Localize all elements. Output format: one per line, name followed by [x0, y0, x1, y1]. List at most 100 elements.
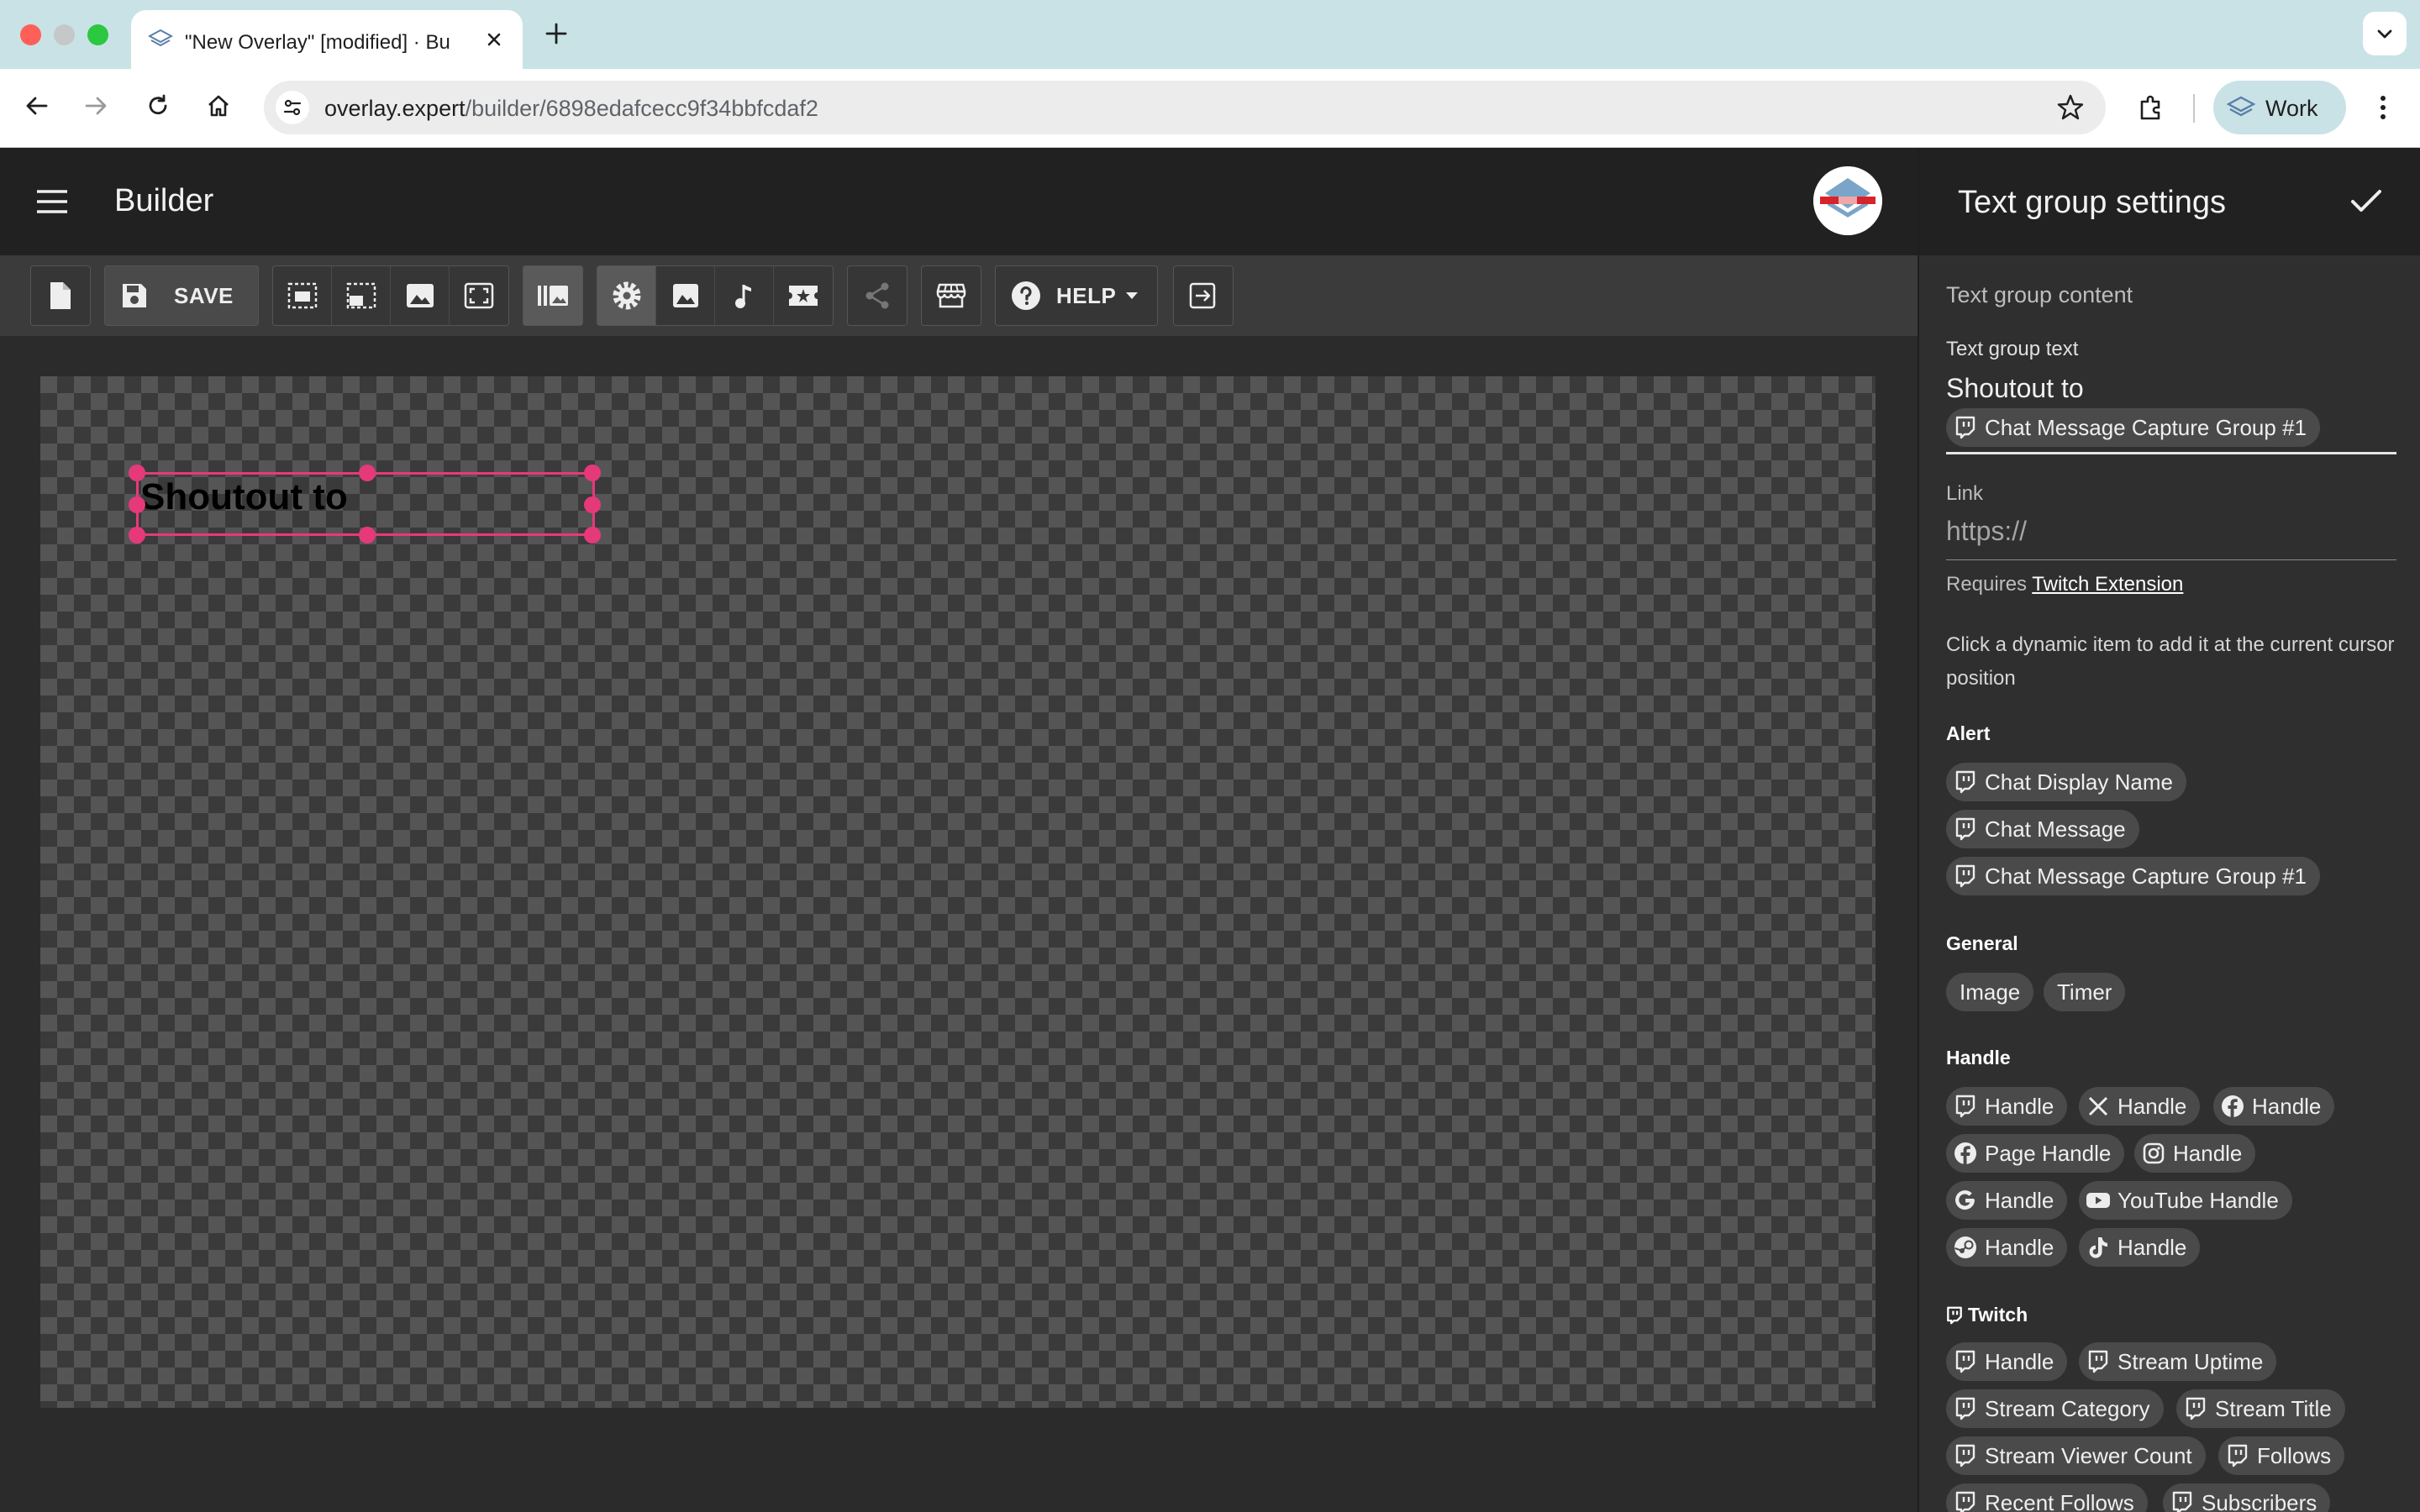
avatar-logo-icon	[1813, 166, 1882, 235]
profile-button[interactable]: Work	[2213, 81, 2346, 134]
resize-handle-right[interactable]	[584, 496, 601, 513]
chip-label: Handle	[1985, 1234, 2054, 1260]
settings-button[interactable]	[597, 266, 656, 325]
url-text: overlay.expert/builder/6898edafcecc9f34b…	[324, 96, 818, 122]
chip-google-handle[interactable]: Handle	[1946, 1181, 2068, 1220]
chip-twitch-handle-2[interactable]: Handle	[1946, 1342, 2068, 1381]
link-input[interactable]: https://	[1946, 512, 2396, 554]
fullscreen-frame-button[interactable]	[450, 266, 508, 325]
library-button[interactable]	[523, 266, 582, 325]
chip-label: Handle	[1985, 1348, 2054, 1374]
chip-tiktok-handle[interactable]: Handle	[2079, 1228, 2201, 1267]
save-disk-icon	[120, 281, 149, 310]
chip-label: Stream Category	[1985, 1395, 2150, 1421]
crop-button[interactable]	[332, 266, 391, 325]
chip-facebook-handle[interactable]: Handle	[2213, 1087, 2335, 1126]
forward-arrow-icon[interactable]	[79, 89, 113, 123]
chip-timer[interactable]: Timer	[2044, 973, 2126, 1011]
exit-button[interactable]	[1174, 266, 1233, 325]
new-file-button[interactable]	[31, 266, 90, 325]
chip-twitch-handle[interactable]: Handle	[1946, 1087, 2068, 1126]
share-group	[847, 265, 908, 326]
music-note-icon	[734, 285, 751, 308]
resize-handle-bottom-left[interactable]	[129, 527, 145, 543]
chip-stream-category[interactable]: Stream Category	[1946, 1389, 2164, 1428]
fit-content-button[interactable]	[273, 266, 332, 325]
twitch-extension-link[interactable]: Twitch Extension	[2032, 573, 2183, 596]
link-placeholder: https://	[1946, 516, 2028, 546]
chip-stream-uptime[interactable]: Stream Uptime	[2079, 1342, 2277, 1381]
resize-handle-top-right[interactable]	[584, 465, 601, 481]
bookmark-star-icon[interactable]	[2055, 92, 2086, 123]
text-input-underline	[1946, 452, 2396, 454]
chip-stream-viewer-count[interactable]: Stream Viewer Count	[1946, 1436, 2206, 1475]
hamburger-menu-icon[interactable]	[35, 188, 69, 215]
browser-menu-icon[interactable]	[2366, 91, 2400, 124]
help-button[interactable]: HELP	[995, 265, 1158, 326]
reload-icon[interactable]	[141, 89, 175, 123]
chip-image[interactable]: Image	[1946, 973, 2034, 1011]
chip-label: YouTube Handle	[2118, 1187, 2279, 1213]
twitch-icon	[1947, 1306, 1962, 1324]
chip-recent-follows[interactable]: Recent Follows	[1946, 1483, 2148, 1512]
user-avatar[interactable]	[1813, 166, 1882, 235]
checkmark-icon[interactable]	[2349, 186, 2383, 215]
store-group	[921, 265, 981, 326]
requires-note: Requires Twitch Extension	[1946, 573, 2183, 596]
chip-facebook-page-handle[interactable]: Page Handle	[1946, 1134, 2125, 1173]
twitch-icon	[1953, 1094, 1978, 1119]
chip-chat-message-capture-group[interactable]: Chat Message Capture Group #1	[1946, 857, 2320, 895]
chip-label: Follows	[2257, 1442, 2332, 1468]
add-image-button[interactable]	[656, 266, 715, 325]
resize-handle-left[interactable]	[129, 496, 145, 513]
add-widget-button[interactable]	[774, 266, 833, 325]
facebook-icon	[1953, 1141, 1978, 1166]
caret-down-icon	[1124, 291, 1139, 301]
browser-tab[interactable]: "New Overlay" [modified] · Bu	[131, 10, 523, 69]
background-image-button[interactable]	[391, 266, 450, 325]
url-path: /builder/6898edafcecc9f34bbfcdaf2	[465, 96, 818, 121]
text-group-settings-panel: Text group settings Text group content T…	[1918, 148, 2420, 1512]
tab-search-button[interactable]	[2363, 12, 2407, 55]
overlay-canvas[interactable]: Shoutout to	[40, 376, 1876, 1408]
general-group-title: General	[1946, 932, 2018, 954]
exit-icon	[1189, 282, 1217, 309]
chip-youtube-handle[interactable]: YouTube Handle	[2079, 1181, 2292, 1220]
chip-subscribers[interactable]: Subscribers	[2163, 1483, 2331, 1512]
profile-avatar-icon	[2227, 96, 2255, 121]
chip-follows[interactable]: Follows	[2218, 1436, 2345, 1475]
resize-handle-top[interactable]	[359, 465, 376, 481]
resize-handle-top-left[interactable]	[129, 465, 145, 481]
chip-label: Timer	[2057, 979, 2112, 1005]
chip-instagram-handle[interactable]: Handle	[2134, 1134, 2256, 1173]
tab-close-icon[interactable]	[482, 28, 506, 51]
chip-chat-message[interactable]: Chat Message	[1946, 810, 2139, 848]
tiktok-icon	[2086, 1235, 2111, 1260]
window-close-button[interactable]	[20, 24, 41, 45]
address-bar[interactable]: overlay.expert/builder/6898edafcecc9f34b…	[264, 81, 2106, 134]
home-icon[interactable]	[202, 89, 235, 123]
steam-icon	[1953, 1235, 1978, 1260]
share-button[interactable]	[848, 266, 907, 325]
inserted-variable-chip[interactable]: Chat Message Capture Group #1	[1946, 408, 2320, 447]
save-button[interactable]: SAVE	[104, 265, 259, 326]
chip-stream-title[interactable]: Stream Title	[2176, 1389, 2345, 1428]
site-info-icon[interactable]	[276, 91, 309, 124]
resize-handle-bottom[interactable]	[359, 527, 376, 543]
add-audio-button[interactable]	[715, 266, 774, 325]
chip-chat-display-name[interactable]: Chat Display Name	[1946, 763, 2186, 801]
text-group-text-input[interactable]: Shoutout to Chat Message Capture Group #…	[1946, 370, 2396, 450]
chip-x-handle[interactable]: Handle	[2079, 1087, 2201, 1126]
toolbar-divider	[2193, 94, 2195, 123]
window-zoom-button[interactable]	[87, 24, 108, 45]
chip-label: Subscribers	[2202, 1489, 2317, 1512]
store-button[interactable]	[922, 266, 981, 325]
new-tab-icon[interactable]	[543, 20, 570, 47]
selected-text-group[interactable]: Shoutout to	[129, 465, 601, 543]
window-minimize-button[interactable]	[54, 24, 75, 45]
resize-handle-bottom-right[interactable]	[584, 527, 601, 543]
extensions-puzzle-icon[interactable]	[2131, 87, 2171, 128]
back-arrow-icon[interactable]	[20, 89, 54, 123]
chip-steam-handle[interactable]: Handle	[1946, 1228, 2068, 1267]
link-input-underline	[1946, 559, 2396, 560]
